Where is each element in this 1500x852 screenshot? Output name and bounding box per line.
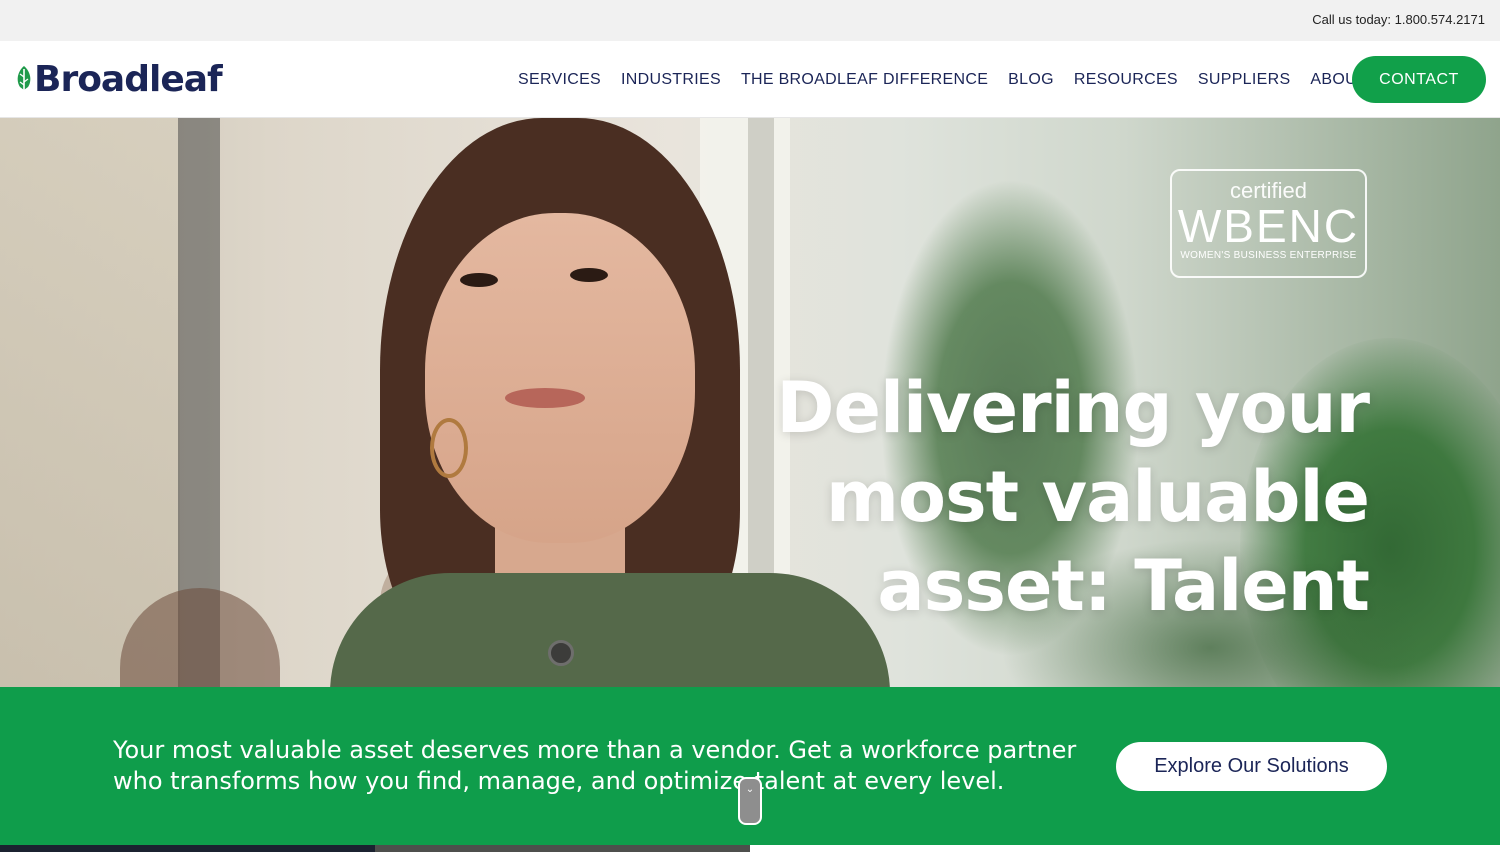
nav-broadleaf-difference[interactable]: THE BROADLEAF DIFFERENCE [741, 71, 988, 89]
nav-industries[interactable]: INDUSTRIES [621, 71, 721, 89]
next-section-panel [750, 845, 1500, 852]
logo-wordmark: Broadleaf [34, 59, 223, 100]
chevron-down-icon: ⌄ [745, 784, 755, 795]
nav-services[interactable]: SERVICES [518, 71, 601, 89]
hero-headline: Delivering your most valuable asset: Tal… [749, 364, 1370, 631]
leaf-icon [17, 66, 31, 95]
badge-subtitle: WOMEN'S BUSINESS ENTERPRISE [1180, 250, 1357, 261]
next-section-panel [375, 845, 750, 852]
hero-woman-lips [505, 388, 585, 408]
next-section-panel [0, 845, 375, 852]
contact-button[interactable]: CONTACT [1352, 56, 1486, 103]
hero-woman-earring [430, 418, 468, 478]
badge-certified-text: certified [1229, 178, 1308, 203]
hero-headline-line: Delivering your [776, 367, 1370, 449]
value-proposition-text: Your most valuable asset deserves more t… [113, 735, 1103, 797]
jacket-button [548, 640, 574, 666]
broadleaf-logo[interactable]: Broadleaf [14, 59, 223, 100]
nav-blog[interactable]: BLOG [1008, 71, 1054, 89]
hero-woman-eye [460, 273, 498, 287]
nav-resources[interactable]: RESOURCES [1074, 71, 1178, 89]
value-proposition-line: Your most valuable asset deserves more t… [113, 736, 1077, 764]
explore-solutions-button[interactable]: Explore Our Solutions [1116, 742, 1387, 791]
badge-wbenc-text: WBENC [1177, 200, 1360, 252]
wbenc-certified-badge: certified WBENC WOMEN'S BUSINESS ENTERPR… [1170, 169, 1367, 278]
phone-number[interactable]: Call us today: 1.800.574.2171 [1312, 12, 1485, 27]
next-section-preview [0, 845, 1500, 852]
scroll-indicator[interactable]: ⌄ [738, 777, 762, 825]
hero-headline-line: most valuable [825, 456, 1370, 538]
hero-woman-face [425, 213, 695, 543]
hero-woman-eye [570, 268, 608, 282]
top-utility-bar: Call us today: 1.800.574.2171 [0, 0, 1500, 41]
hero-headline-line: asset: Talent [877, 545, 1370, 627]
nav-suppliers[interactable]: SUPPLIERS [1198, 71, 1291, 89]
value-proposition-line: who transforms how you find, manage, and… [113, 767, 1005, 795]
main-nav: SERVICES INDUSTRIES THE BROADLEAF DIFFER… [508, 41, 1377, 118]
site-header: Broadleaf SERVICES INDUSTRIES THE BROADL… [0, 41, 1500, 118]
hero-section: certified WBENC WOMEN'S BUSINESS ENTERPR… [0, 118, 1500, 687]
